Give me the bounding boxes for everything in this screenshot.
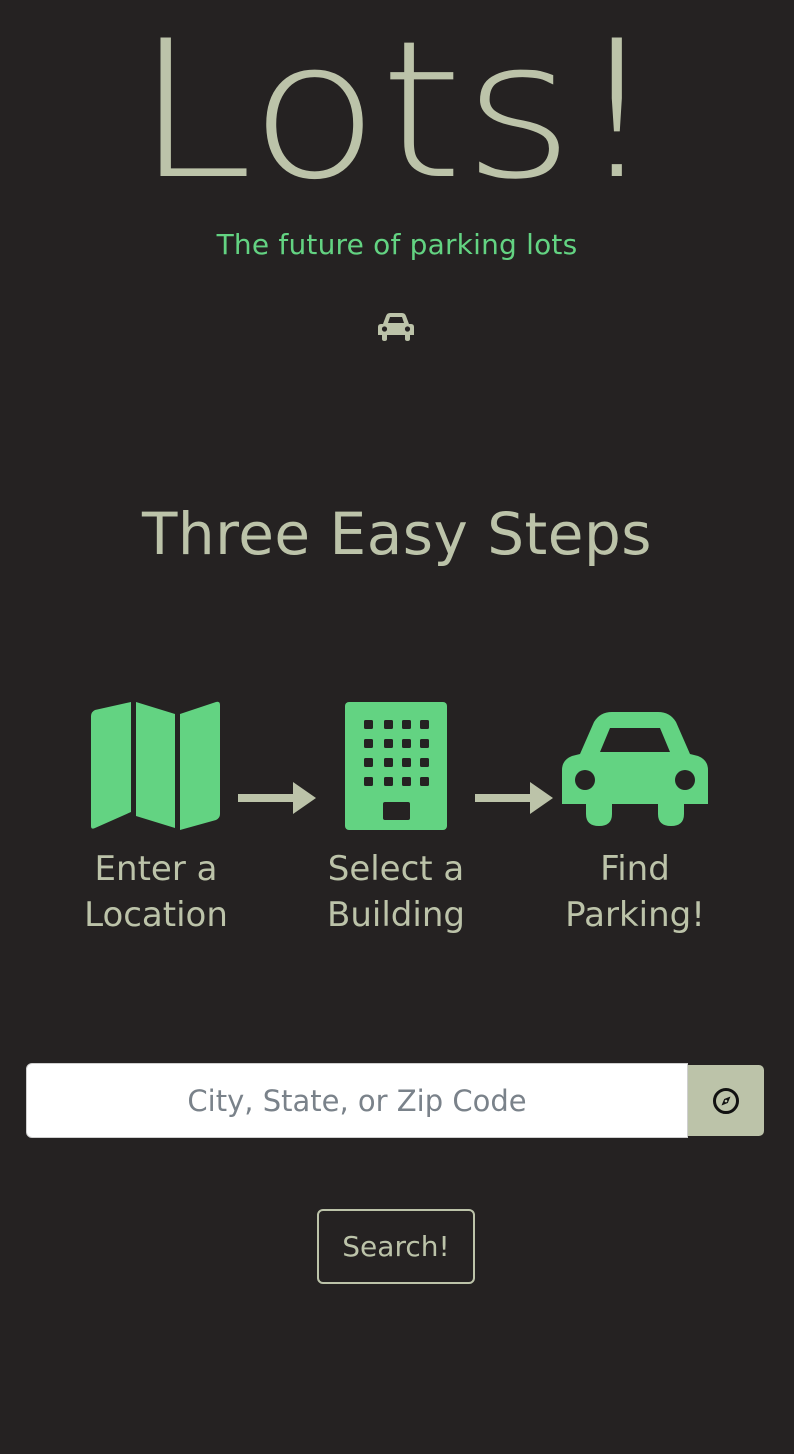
step-label-line2: Parking!: [565, 895, 705, 935]
step-label-line1: Enter a: [94, 849, 218, 889]
car-icon: [378, 313, 414, 341]
svg-text:Lots!: Lots!: [135, 30, 660, 180]
step-enter-location: Enter a Location: [56, 700, 256, 938]
step-label-line2: Location: [84, 895, 228, 935]
car-icon: [562, 712, 708, 826]
step-find-parking: Find Parking!: [535, 700, 735, 938]
landing-page: Lots! The future of parking lots Three E…: [0, 0, 794, 1454]
step-label-line2: Building: [327, 895, 465, 935]
tagline: The future of parking lots: [216, 228, 578, 261]
step-select-building: Select a Building: [296, 700, 496, 938]
logo-wordmark: Lots!: [135, 30, 660, 180]
steps-heading: Three Easy Steps: [141, 500, 652, 568]
compass-icon: [713, 1087, 739, 1114]
map-icon: [91, 701, 220, 830]
logo: Lots!: [0, 30, 794, 180]
search-bar: [26, 1063, 764, 1138]
locate-button[interactable]: [688, 1065, 764, 1136]
building-icon: [345, 702, 447, 830]
step-label-line1: Find: [600, 849, 670, 889]
location-search-input[interactable]: [26, 1063, 688, 1138]
search-button[interactable]: Search!: [317, 1209, 475, 1284]
step-label-line1: Select a: [327, 849, 465, 889]
